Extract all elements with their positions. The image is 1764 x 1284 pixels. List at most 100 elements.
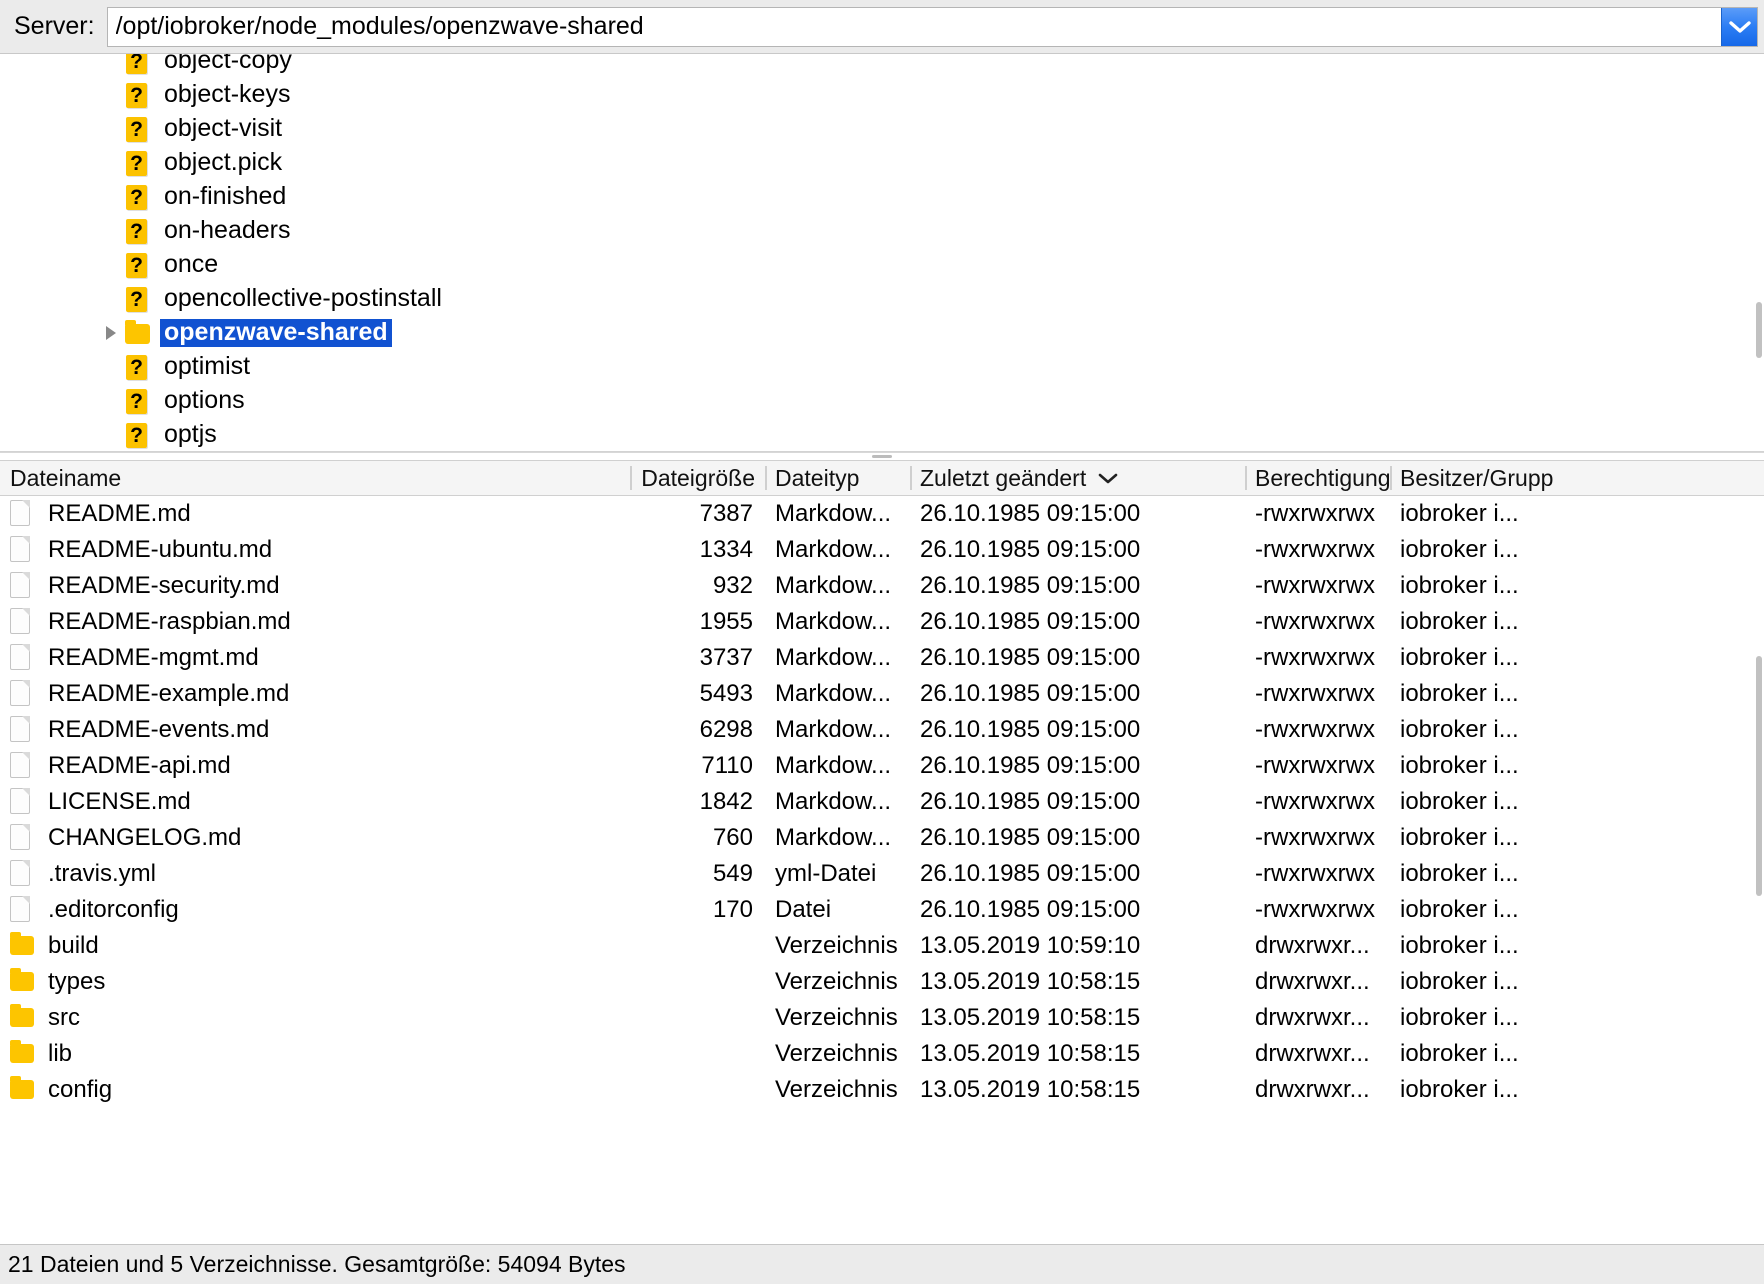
- server-path-input[interactable]: [107, 7, 1721, 46]
- table-row[interactable]: CHANGELOG.md 760 Markdow... 26.10.1985 09:1…: [0, 820, 1764, 856]
- cell-name: .editorconfig: [0, 896, 630, 924]
- expander-spacer: [98, 146, 124, 180]
- cell-owner: iobroker i...: [1400, 608, 1519, 635]
- file-name-label: types: [48, 968, 106, 995]
- cell-name: LICENSE.md: [0, 788, 630, 816]
- cell-modified: 26.10.1985 09:15:00: [920, 644, 1141, 671]
- cell-name: README-mgmt.md: [0, 644, 630, 672]
- file-name-label: README-example.md: [48, 680, 290, 707]
- cell-permissions: drwxrwxr...: [1255, 932, 1370, 959]
- tree-item[interactable]: ? opencollective-postinstall: [0, 282, 1764, 316]
- document-icon: [10, 500, 32, 528]
- unknown-file-icon: ?: [124, 184, 150, 210]
- file-list-panel[interactable]: Dateiname Dateigröße Dateityp Zuletzt geänd…: [0, 460, 1764, 1188]
- splitter-grip[interactable]: [872, 455, 892, 458]
- expander-spacer: [98, 418, 124, 451]
- column-header-type[interactable]: Dateityp: [765, 461, 910, 495]
- cell-name: src: [0, 1004, 630, 1032]
- tree-item[interactable]: ? on-finished: [0, 180, 1764, 214]
- server-label: Server:: [14, 12, 95, 40]
- table-row[interactable]: README-events.md 6298 Markdow... 26.10.1985…: [0, 712, 1764, 748]
- tree-item[interactable]: ? object-visit: [0, 112, 1764, 146]
- cell-owner: iobroker i...: [1400, 680, 1519, 707]
- cell-permissions: -rwxrwxrwx: [1255, 536, 1375, 563]
- cell-modified: 26.10.1985 09:15:00: [920, 572, 1141, 599]
- column-header-perm[interactable]: Berechtigunge: [1245, 461, 1390, 495]
- cell-type: Verzeichnis: [775, 1076, 898, 1103]
- file-list-vertical-scrollbar[interactable]: [1754, 460, 1764, 1188]
- directory-tree-panel[interactable]: ? object-copy? object-keys? object-visit? ob…: [0, 54, 1764, 452]
- cell-type: Markdow...: [775, 788, 892, 815]
- column-header-own[interactable]: Besitzer/Grupp: [1390, 461, 1750, 495]
- expander-spacer: [98, 214, 124, 248]
- tree-item[interactable]: ? object.pick: [0, 146, 1764, 180]
- server-path-bar: Server:: [0, 0, 1764, 54]
- cell-name: types: [0, 968, 630, 996]
- table-row[interactable]: README-api.md 7110 Markdow... 26.10.1985 09…: [0, 748, 1764, 784]
- file-list-scrollbar-thumb[interactable]: [1756, 656, 1762, 896]
- tree-item[interactable]: openzwave-shared: [0, 316, 1764, 350]
- tree-item[interactable]: ? object-copy: [0, 54, 1764, 78]
- cell-name: README-api.md: [0, 752, 630, 780]
- tree-item[interactable]: ? on-headers: [0, 214, 1764, 248]
- unknown-file-icon: ?: [124, 82, 150, 108]
- cell-type: Markdow...: [775, 500, 892, 527]
- cell-size: 760: [712, 824, 753, 851]
- expander-spacer: [98, 350, 124, 384]
- table-row[interactable]: .travis.yml 549 yml-Datei 26.10.1985 09:15:…: [0, 856, 1764, 892]
- table-row[interactable]: README-example.md 5493 Markdow... 26.10.198…: [0, 676, 1764, 712]
- tree-item-label: opencollective-postinstall: [164, 284, 442, 312]
- cell-type: Verzeichnis: [775, 968, 898, 995]
- table-row[interactable]: src Verzeichnis 13.05.2019 10:58:15 drwxrwx…: [0, 1000, 1764, 1036]
- expander-spacer: [98, 54, 124, 78]
- table-row[interactable]: README-security.md 932 Markdow... 26.10.198…: [0, 568, 1764, 604]
- panel-splitter[interactable]: [0, 452, 1764, 460]
- tree-item-label: object.pick: [164, 148, 283, 176]
- table-row[interactable]: types Verzeichnis 13.05.2019 10:58:15 drwxr…: [0, 964, 1764, 1000]
- chevron-down-icon: [1728, 20, 1751, 34]
- table-row[interactable]: config Verzeichnis 13.05.2019 10:58:15 drwx…: [0, 1072, 1764, 1108]
- tree-item[interactable]: ? object-keys: [0, 78, 1764, 112]
- path-dropdown-button[interactable]: [1721, 7, 1757, 46]
- file-name-label: README-api.md: [48, 752, 231, 779]
- cell-permissions: drwxrwxr...: [1255, 968, 1370, 995]
- server-path-combobox[interactable]: [106, 6, 1758, 47]
- tree-item[interactable]: ? once: [0, 248, 1764, 282]
- cell-owner: iobroker i...: [1400, 896, 1519, 923]
- cell-name: .travis.yml: [0, 860, 630, 888]
- folder-icon: [10, 932, 34, 960]
- column-header-size[interactable]: Dateigröße: [630, 461, 765, 495]
- table-row[interactable]: lib Verzeichnis 13.05.2019 10:58:15 drwxrwx…: [0, 1036, 1764, 1072]
- unknown-file-icon: ?: [124, 150, 150, 176]
- unknown-file-icon: ?: [124, 388, 150, 414]
- cell-owner: iobroker i...: [1400, 860, 1519, 887]
- cell-type: Markdow...: [775, 608, 892, 635]
- tree-item[interactable]: ? optimist: [0, 350, 1764, 384]
- table-row[interactable]: README-mgmt.md 3737 Markdow... 26.10.1985 0…: [0, 640, 1764, 676]
- expander-triangle-icon[interactable]: [98, 316, 124, 350]
- cell-name: lib: [0, 1040, 630, 1068]
- cell-size: 3737: [699, 644, 753, 671]
- tree-item[interactable]: ? options: [0, 384, 1764, 418]
- cell-type: Datei: [775, 896, 832, 923]
- unknown-file-icon: ?: [124, 252, 150, 278]
- column-header-mod[interactable]: Zuletzt geändert: [910, 461, 1245, 495]
- tree-item[interactable]: ? optjs: [0, 418, 1764, 451]
- cell-size: 7387: [699, 500, 753, 527]
- cell-name: build: [0, 932, 630, 960]
- table-row[interactable]: build Verzeichnis 13.05.2019 10:59:10 drwxr…: [0, 928, 1764, 964]
- table-row[interactable]: README.md 7387 Markdow... 26.10.1985 09:15:…: [0, 496, 1764, 532]
- file-name-label: README-raspbian.md: [48, 608, 291, 635]
- tree-scrollbar-thumb[interactable]: [1756, 302, 1762, 358]
- table-row[interactable]: LICENSE.md 1842 Markdow... 26.10.1985 09:15…: [0, 784, 1764, 820]
- column-header-label: Berechtigunge: [1255, 464, 1390, 491]
- cell-size: 170: [712, 896, 753, 923]
- cell-permissions: -rwxrwxrwx: [1255, 572, 1375, 599]
- table-row[interactable]: .editorconfig 170 Datei 26.10.1985 09:15:00…: [0, 892, 1764, 928]
- tree-vertical-scrollbar[interactable]: [1754, 54, 1764, 451]
- file-name-label: README-security.md: [48, 572, 280, 599]
- table-row[interactable]: README-raspbian.md 1955 Markdow... 26.10.19…: [0, 604, 1764, 640]
- cell-modified: 13.05.2019 10:58:15: [920, 968, 1141, 995]
- table-row[interactable]: README-ubuntu.md 1334 Markdow... 26.10.1985…: [0, 532, 1764, 568]
- column-header-name[interactable]: Dateiname: [0, 461, 630, 495]
